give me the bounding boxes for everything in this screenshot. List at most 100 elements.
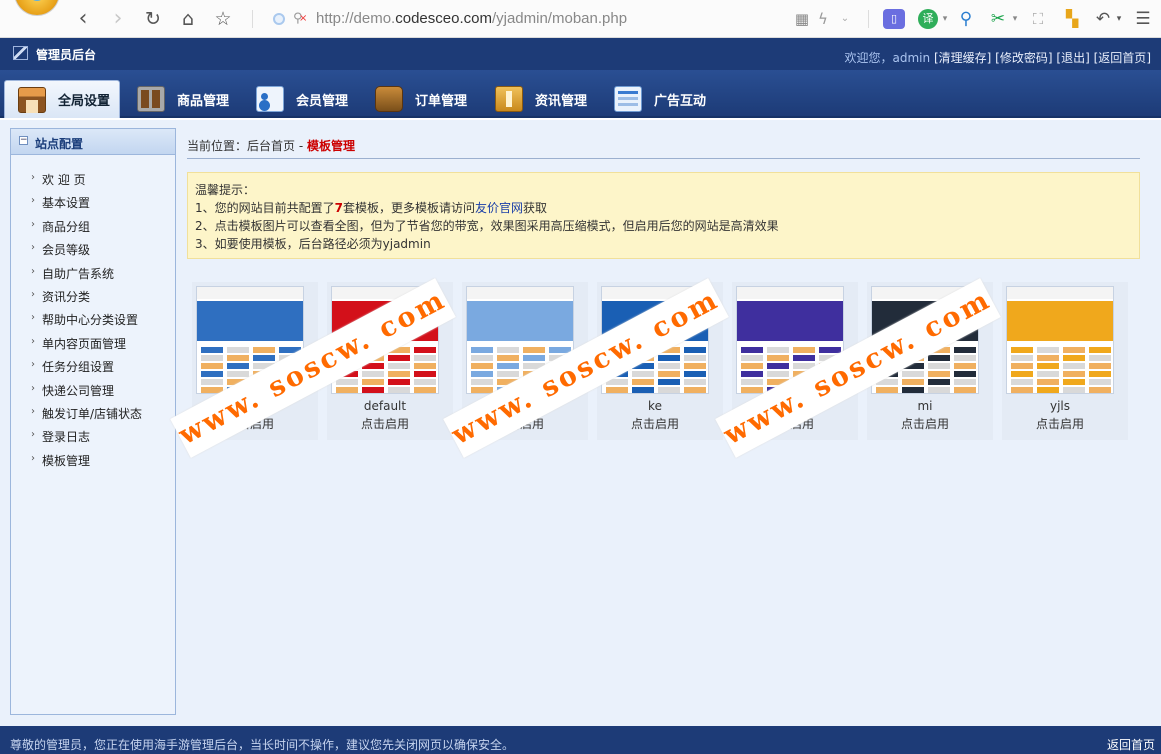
thumbnail-block	[1011, 371, 1033, 377]
search-icon[interactable]: ⚲	[956, 9, 976, 29]
sidebar-item-label: 模板管理	[42, 453, 91, 468]
thumbnail-block	[902, 371, 924, 377]
sidebar-item-label: 任务分组设置	[42, 360, 115, 375]
sidebar-item[interactable]: › 单内容页面管理	[11, 333, 175, 356]
back-home-link[interactable]: 返回首页	[1094, 51, 1151, 65]
goods-icon	[137, 86, 165, 112]
tab-goods[interactable]: 商品管理	[137, 80, 229, 118]
enable-template-link[interactable]: 点击启用	[1002, 415, 1118, 432]
thumbnail-block	[1011, 355, 1033, 361]
thumbnail-block	[336, 379, 358, 385]
breadcrumb: 当前位置：后台首页 - 模板管理	[187, 137, 355, 154]
thumbnail-block	[954, 371, 976, 377]
thumbnail-header	[737, 287, 843, 299]
thumbnail-block	[523, 355, 545, 361]
collapse-icon[interactable]: −	[19, 136, 28, 145]
thumbnail-block	[741, 371, 763, 377]
enable-template-link[interactable]: 点击启用	[597, 415, 713, 432]
chevron-right-icon: ›	[31, 405, 35, 417]
tab-orders[interactable]: 订单管理	[375, 80, 467, 118]
change-password-link[interactable]: 修改密码	[995, 51, 1052, 65]
home-icon[interactable]: ⌂	[175, 6, 201, 32]
sidebar-item[interactable]: › 登录日志	[11, 426, 175, 449]
template-count: 7	[334, 201, 343, 215]
template-thumbnail[interactable]	[1006, 286, 1114, 394]
thumbnail-block	[1037, 379, 1059, 385]
thumbnail-block	[201, 355, 223, 361]
tips-line-2: 2、点击模板图片可以查看全图，但为了节省您的带宽，效果图采用高压缩模式，但启用后…	[195, 219, 779, 233]
menu-icon[interactable]: ☰	[1134, 9, 1152, 29]
bookmark-star-icon[interactable]: ☆	[210, 6, 236, 32]
chevron-down-icon[interactable]: ⌄	[838, 9, 852, 29]
sidebar-item[interactable]: › 会员等级	[11, 239, 175, 262]
thumbnail-block	[362, 387, 384, 393]
refresh-icon[interactable]: ↻	[140, 6, 166, 32]
tab-label: 广告互动	[654, 93, 707, 109]
thumbnail-block	[227, 355, 249, 361]
sidebar-item-label: 触发订单/店铺状态	[42, 406, 143, 421]
sidebar-item[interactable]: › 任务分组设置	[11, 356, 175, 379]
site-info-icon[interactable]	[273, 13, 285, 25]
thumbnail-block	[876, 387, 898, 393]
forward-icon[interactable]: ›	[105, 6, 131, 32]
enable-template-link[interactable]: 点击启用	[867, 415, 983, 432]
thumbnail-block	[1089, 371, 1111, 377]
tab-members[interactable]: 会员管理	[256, 80, 348, 118]
thumbnail-block	[606, 387, 628, 393]
tab-news[interactable]: 资讯管理	[495, 80, 587, 118]
sidebar-item[interactable]: › 商品分组	[11, 216, 175, 239]
sidebar-item[interactable]: › 快递公司管理	[11, 380, 175, 403]
tab-global-settings[interactable]: 全局设置	[4, 80, 120, 118]
thumbnail-block	[1011, 379, 1033, 385]
sidebar-item[interactable]: › 自助广告系统	[11, 263, 175, 286]
thumbnail-block	[388, 355, 410, 361]
official-site-link[interactable]: 友价官网	[475, 201, 523, 215]
thumbnail-block	[793, 355, 815, 361]
tab-ads[interactable]: 广告互动	[614, 80, 706, 118]
sidebar-item[interactable]: › 触发订单/店铺状态	[11, 403, 175, 426]
sidebar-item[interactable]: › 基本设置	[11, 192, 175, 215]
chevron-right-icon: ›	[31, 335, 35, 347]
enable-template-link[interactable]: 点击启用	[327, 415, 443, 432]
insecure-icon[interactable]: ⚲	[293, 11, 307, 26]
sidebar-item-label: 欢 迎 页	[42, 173, 86, 187]
thumbnail-block	[658, 363, 680, 369]
lightning-icon[interactable]: ϟ	[815, 9, 831, 29]
chevron-down-icon[interactable]: ▾	[1114, 9, 1124, 29]
screenshot-frame-icon[interactable]: ⛶	[1028, 9, 1048, 29]
thumbnail-header	[467, 287, 573, 299]
undo-icon[interactable]: ↶	[1093, 9, 1113, 29]
ad-icon	[614, 86, 642, 112]
chevron-right-icon: ›	[31, 359, 35, 371]
url-protocol: http://	[316, 10, 354, 27]
sidebar-item[interactable]: › 资讯分类	[11, 286, 175, 309]
sidebar-item[interactable]: › 模板管理	[11, 450, 175, 473]
tab-manager-icon[interactable]: ▯	[883, 9, 905, 29]
thumbnail-block	[632, 387, 654, 393]
apps-grid-icon[interactable]: ▚	[1062, 9, 1082, 29]
thumbnail-block	[471, 371, 493, 377]
home-icon	[18, 86, 46, 113]
sidebar-item[interactable]: › 帮助中心分类设置	[11, 309, 175, 332]
address-bar[interactable]: http://demo.codesceo.com/yjadmin/moban.p…	[316, 10, 627, 27]
thumbnail-block	[362, 379, 384, 385]
browser-logo-icon[interactable]	[14, 0, 60, 16]
logout-link[interactable]: 退出	[1056, 51, 1089, 65]
admin-header: 管理员后台 欢迎您，admin 清理缓存 修改密码 退出 返回首页	[0, 38, 1161, 70]
chevron-down-icon[interactable]: ▾	[940, 9, 950, 29]
clear-cache-link[interactable]: 清理缓存	[934, 51, 991, 65]
thumbnail-block	[1037, 355, 1059, 361]
thumbnail-block	[767, 347, 789, 353]
back-icon[interactable]: ‹	[70, 6, 96, 32]
translate-icon[interactable]: 译	[918, 9, 938, 29]
chevron-down-icon[interactable]: ▾	[1010, 9, 1020, 29]
qr-code-icon[interactable]: ▦	[794, 9, 810, 29]
thumbnail-block	[471, 347, 493, 353]
thumbnail-block	[684, 347, 706, 353]
sidebar-header[interactable]: − 站点配置	[11, 129, 175, 155]
scissors-icon[interactable]: ✂	[988, 9, 1008, 29]
chevron-right-icon: ›	[31, 382, 35, 394]
footer-back-home-link[interactable]: 返回首页	[1107, 736, 1155, 753]
thumbnail-block	[414, 363, 436, 369]
sidebar-item[interactable]: › 欢 迎 页	[11, 169, 175, 192]
